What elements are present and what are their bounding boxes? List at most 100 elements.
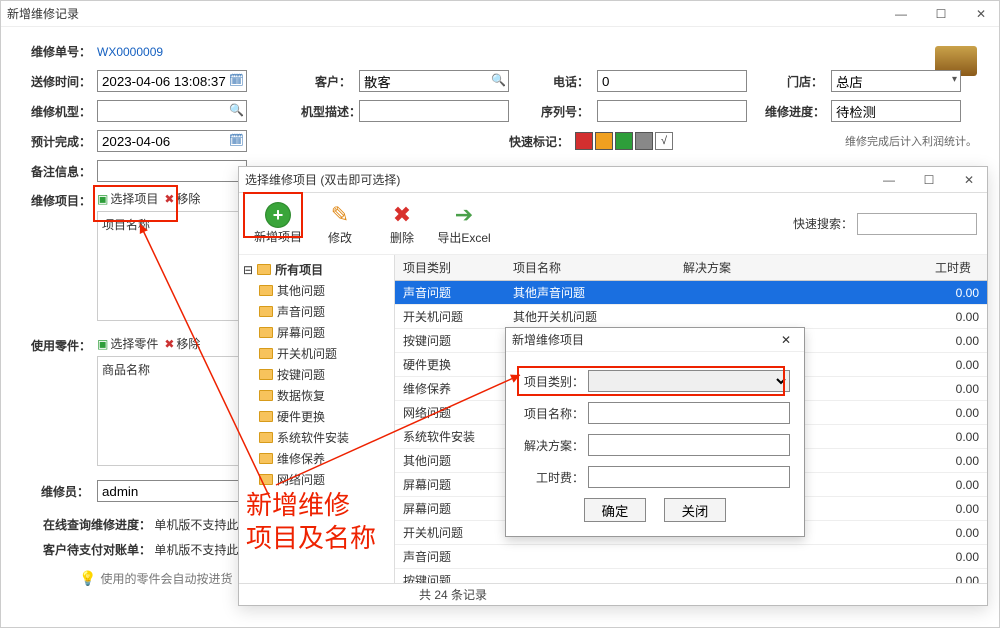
est-done-label: 预计完成：: [31, 133, 89, 150]
color-gray[interactable]: [635, 132, 653, 150]
serial-label: 序列号：: [539, 103, 589, 120]
select-items-button[interactable]: ▣选择项目: [97, 190, 158, 207]
category-tree[interactable]: ⊟所有项目 其他问题声音问题屏幕问题开关机问题按键问题数据恢复硬件更换系统软件安…: [239, 255, 395, 583]
fee-label: 工时费：: [520, 469, 584, 486]
edit-item-button[interactable]: ✎修改: [311, 201, 369, 246]
tree-item[interactable]: 其他问题: [241, 280, 392, 301]
folder-icon: [259, 369, 273, 380]
tree-item[interactable]: 按键问题: [241, 364, 392, 385]
est-done-input[interactable]: [97, 130, 247, 152]
staff-input[interactable]: [97, 480, 247, 502]
delete-item-button[interactable]: ✖删除: [373, 201, 431, 246]
dlg2-close[interactable]: ✕: [957, 173, 981, 187]
model-desc-label: 机型描述：: [301, 103, 351, 120]
maximize-button[interactable]: ☐: [929, 7, 953, 21]
search-icon[interactable]: 🔍: [491, 73, 506, 87]
solution-label: 解决方案：: [520, 437, 584, 454]
dlg2-maximize[interactable]: ☐: [917, 173, 941, 187]
add-icon: ▣: [97, 192, 108, 206]
folder-icon: [259, 348, 273, 359]
ok-button[interactable]: 确定: [584, 498, 646, 522]
store-label: 门店：: [777, 73, 823, 90]
table-row[interactable]: 声音问题0.00: [395, 545, 987, 569]
remove-part-button[interactable]: ✖移除: [164, 335, 200, 352]
tree-item[interactable]: 硬件更换: [241, 406, 392, 427]
model-desc-input[interactable]: [359, 100, 509, 122]
fee-input[interactable]: [588, 466, 790, 488]
add-item-button[interactable]: +新增项目: [249, 202, 307, 245]
table-row[interactable]: 声音问题其他声音问题0.00: [395, 281, 987, 305]
dlg2-minimize[interactable]: —: [877, 173, 901, 187]
tree-item[interactable]: 声音问题: [241, 301, 392, 322]
parts-label: 使用零件：: [31, 337, 89, 354]
serial-input[interactable]: [597, 100, 747, 122]
sent-time-label: 送修时间：: [31, 73, 89, 90]
minus-icon[interactable]: ⊟: [243, 263, 253, 277]
tree-item[interactable]: 开关机问题: [241, 343, 392, 364]
table-row[interactable]: 按键问题0.00: [395, 569, 987, 584]
export-excel-button[interactable]: ➔导出Excel: [435, 201, 493, 246]
add-item-dialog: 新增维修项目 ✕ 项目类别： 项目名称： 解决方案： 工时费： 确定 关闭: [505, 327, 805, 537]
tree-item[interactable]: 数据恢复: [241, 385, 392, 406]
tree-item[interactable]: 系统软件安装: [241, 427, 392, 448]
phone-label: 电话：: [539, 73, 589, 90]
model-label: 维修机型：: [31, 103, 89, 120]
items-label: 维修项目：: [31, 192, 89, 209]
col-category[interactable]: 项目类别: [395, 255, 505, 281]
items-grid: 项目名称: [97, 211, 247, 321]
progress-label: 维修进度：: [765, 103, 823, 120]
color-green[interactable]: [615, 132, 633, 150]
bulb-icon: 💡: [79, 570, 96, 586]
plus-icon: +: [265, 202, 291, 228]
folder-icon: [259, 411, 273, 422]
folder-icon: [259, 474, 273, 485]
dlg3-close[interactable]: ✕: [774, 333, 798, 347]
name-input[interactable]: [588, 402, 790, 424]
tree-item[interactable]: 网络问题: [241, 469, 392, 490]
color-orange[interactable]: [595, 132, 613, 150]
solution-input[interactable]: [588, 434, 790, 456]
progress-input[interactable]: [831, 100, 961, 122]
calendar-icon[interactable]: 🗓: [229, 133, 244, 147]
folder-icon: [259, 285, 273, 296]
remark-input[interactable]: [97, 160, 247, 182]
quick-search-input[interactable]: [857, 213, 977, 235]
col-solution[interactable]: 解决方案: [675, 255, 927, 281]
quickmark-colors: √: [575, 132, 673, 150]
minimize-button[interactable]: —: [889, 7, 913, 21]
remark-label: 备注信息：: [31, 163, 89, 180]
cancel-button[interactable]: 关闭: [664, 498, 726, 522]
remove-icon: ✖: [164, 192, 174, 206]
col-name[interactable]: 项目名称: [505, 255, 675, 281]
sent-time-input[interactable]: [97, 70, 247, 92]
remove-icon: ✖: [164, 337, 174, 351]
color-red[interactable]: [575, 132, 593, 150]
col-fee[interactable]: 工时费: [927, 255, 987, 281]
part-name-col: 商品名称: [102, 363, 150, 377]
folder-icon: [259, 327, 273, 338]
order-no-value: WX0000009: [97, 45, 163, 59]
tree-item[interactable]: 屏幕问题: [241, 322, 392, 343]
model-input[interactable]: [97, 100, 247, 122]
phone-input[interactable]: [597, 70, 747, 92]
category-select[interactable]: [588, 370, 790, 392]
table-row[interactable]: 开关机问题其他开关机问题0.00: [395, 305, 987, 329]
stat-note: 维修完成后计入利润统计。: [845, 133, 977, 149]
customer-input[interactable]: [359, 70, 509, 92]
tree-item[interactable]: 维修保养: [241, 448, 392, 469]
folder-icon: [257, 264, 271, 275]
search-icon[interactable]: 🔍: [229, 103, 244, 117]
chevron-down-icon[interactable]: ▾: [952, 74, 957, 85]
dlg2-title: 选择维修项目 (双击即可选择): [245, 171, 877, 188]
quickmark-check[interactable]: √: [655, 132, 673, 150]
folder-icon: [259, 453, 273, 464]
add-icon: ▣: [97, 337, 108, 351]
remove-item-button[interactable]: ✖移除: [164, 190, 200, 207]
store-select[interactable]: [831, 70, 961, 92]
close-button[interactable]: ✕: [969, 7, 993, 21]
folder-icon: [259, 306, 273, 317]
item-name-col: 项目名称: [102, 218, 150, 232]
calendar-icon[interactable]: 🗓: [229, 73, 244, 87]
quick-search-label: 快速搜索：: [793, 215, 853, 232]
select-parts-button[interactable]: ▣选择零件: [97, 335, 158, 352]
